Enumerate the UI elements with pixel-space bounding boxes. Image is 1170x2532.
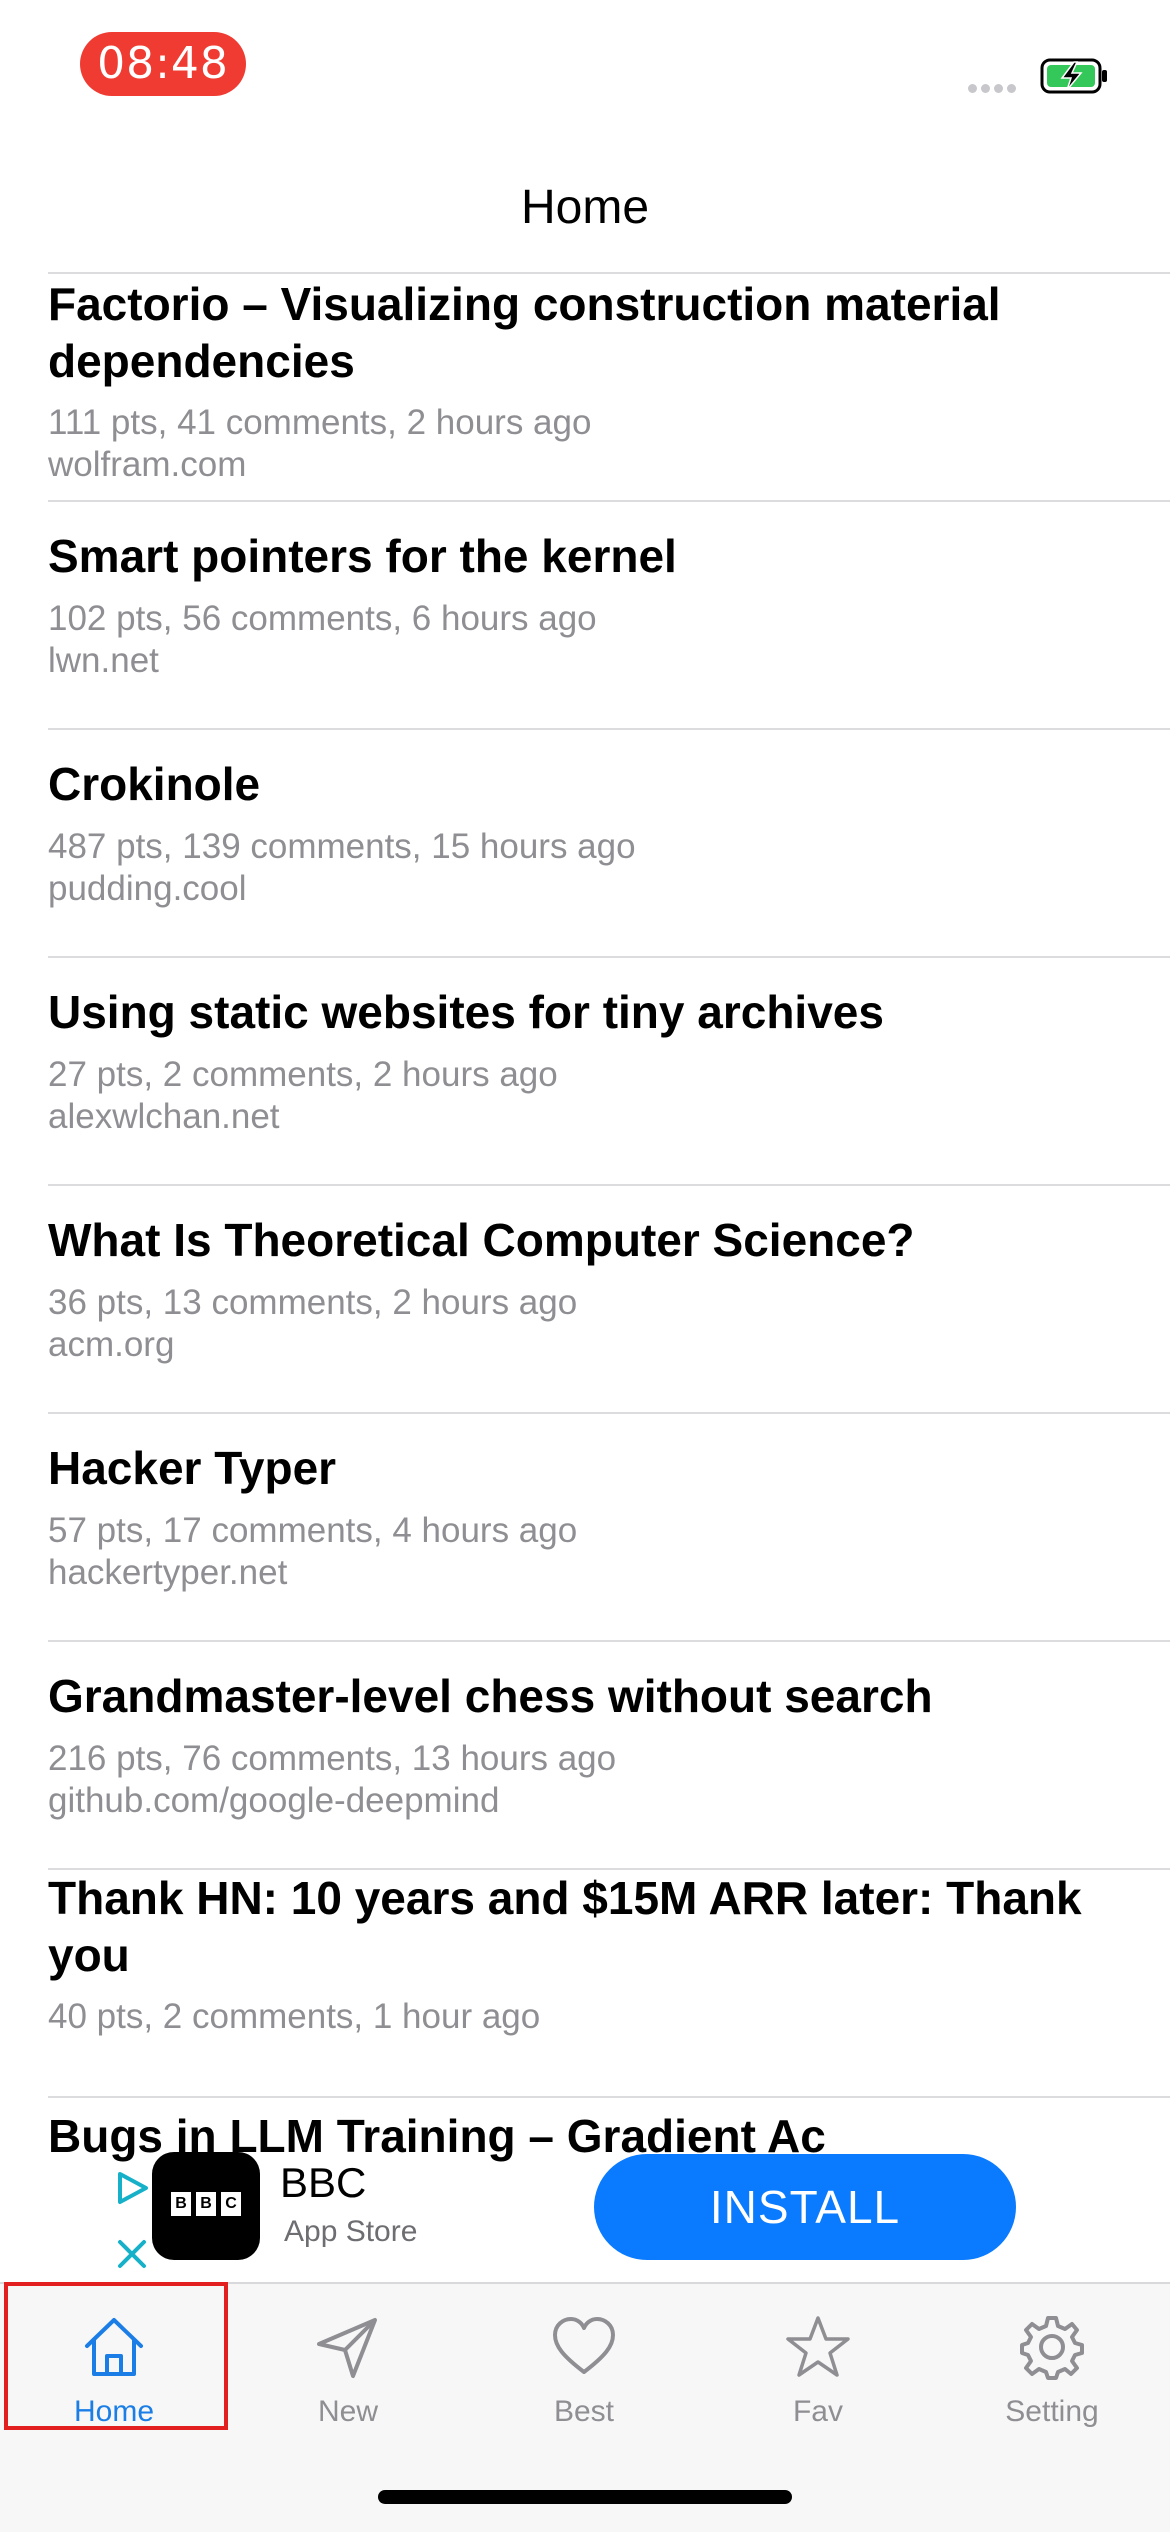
story-domain: wolfram.com <box>48 445 247 484</box>
story-title: Crokinole <box>48 758 261 810</box>
story-domain: alexwlchan.net <box>48 1097 280 1136</box>
story-item[interactable]: Thank HN: 10 years and $15M ARR later: T… <box>0 1870 1170 2098</box>
story-domain: pudding.cool <box>48 869 247 908</box>
story-title: Thank HN: 10 years and $15M ARR later: T… <box>48 1872 1082 1981</box>
story-stats: 40 pts, 2 comments, 1 hour ago <box>48 1997 541 2036</box>
story-stats: 216 pts, 76 comments, 13 hours ago <box>48 1739 617 1778</box>
tab-best[interactable]: Best <box>474 2294 694 2434</box>
story-title: Grandmaster-level chess without search <box>48 1670 933 1722</box>
story-title: Factorio – Visualizing construction mate… <box>48 278 1001 387</box>
story-item[interactable]: Hacker Typer 57 pts, 17 comments, 4 hour… <box>0 1414 1170 1642</box>
story-item[interactable]: Smart pointers for the kernel 102 pts, 5… <box>0 502 1170 730</box>
tab-label: Home <box>73 2395 155 2428</box>
story-domain: github.com/google-deepmind <box>48 1781 500 1820</box>
page-title: Home <box>520 181 650 234</box>
install-button[interactable]: INSTALL <box>594 2154 1016 2260</box>
tab-label: New <box>317 2395 378 2428</box>
story-stats: 57 pts, 17 comments, 4 hours ago <box>48 1511 578 1550</box>
story-stats: 27 pts, 2 comments, 2 hours ago <box>48 1055 558 1094</box>
ad-store-label: App Store <box>284 2215 418 2248</box>
story-title: Smart pointers for the kernel <box>48 530 677 582</box>
story-title: What Is Theoretical Computer Science? <box>48 1214 915 1266</box>
battery-charging-icon <box>1040 58 1107 94</box>
bbc-block: B <box>196 2192 216 2216</box>
signal-icon <box>968 80 1020 98</box>
story-list[interactable]: Factorio – Visualizing construction mate… <box>0 274 1170 2192</box>
story-item[interactable]: What Is Theoretical Computer Science? 36… <box>0 1186 1170 1414</box>
ad-banner[interactable]: B B C BBC App Store INSTALL <box>0 2150 1170 2280</box>
home-indicator <box>378 2490 792 2504</box>
tab-label: Best <box>553 2395 615 2428</box>
tab-new[interactable]: New <box>238 2294 458 2434</box>
tab-home[interactable]: Home <box>4 2294 224 2434</box>
home-icon <box>85 2318 143 2376</box>
story-domain: acm.org <box>48 1325 175 1364</box>
ad-close-icon[interactable] <box>112 2234 152 2274</box>
story-title: Using static websites for tiny archives <box>48 986 884 1038</box>
star-icon <box>786 2316 850 2377</box>
status-time: 08:48 <box>80 32 246 96</box>
tab-label: Setting <box>1005 2395 1099 2428</box>
gear-icon <box>1020 2316 1084 2380</box>
heart-icon <box>553 2317 615 2374</box>
story-item[interactable]: Using static websites for tiny archives … <box>0 958 1170 1186</box>
bbc-block: B <box>171 2192 191 2216</box>
story-stats: 36 pts, 13 comments, 2 hours ago <box>48 1283 578 1322</box>
paper-plane-icon <box>317 2318 377 2378</box>
story-domain: hackertyper.net <box>48 1553 288 1592</box>
tab-fav[interactable]: Fav <box>708 2294 928 2434</box>
bbc-block: C <box>221 2192 241 2216</box>
story-item[interactable]: Crokinole 487 pts, 139 comments, 15 hour… <box>0 730 1170 958</box>
tab-setting[interactable]: Setting <box>942 2294 1162 2434</box>
story-stats: 111 pts, 41 comments, 2 hours ago <box>48 403 592 442</box>
story-item[interactable]: Factorio – Visualizing construction mate… <box>0 274 1170 502</box>
story-title: Hacker Typer <box>48 1442 337 1494</box>
story-stats: 102 pts, 56 comments, 6 hours ago <box>48 599 597 638</box>
ad-app-name: BBC <box>280 2159 367 2206</box>
ad-choices-icon[interactable] <box>112 2168 152 2208</box>
story-stats: 487 pts, 139 comments, 15 hours ago <box>48 827 636 866</box>
tab-label: Fav <box>792 2395 843 2428</box>
bbc-app-icon[interactable]: B B C <box>152 2152 260 2260</box>
story-item[interactable]: Grandmaster-level chess without search 2… <box>0 1642 1170 1870</box>
story-domain: lwn.net <box>48 641 159 680</box>
